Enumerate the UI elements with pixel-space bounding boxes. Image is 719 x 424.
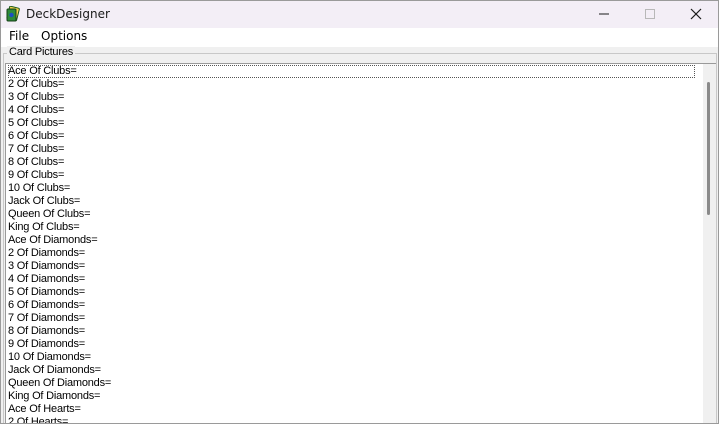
list-item[interactable]: 6 Of Diamonds= xyxy=(8,299,85,312)
menu-bar: File Options xyxy=(1,28,718,47)
vertical-scrollbar[interactable] xyxy=(703,64,716,423)
scrollbar-thumb[interactable] xyxy=(707,82,710,215)
list-item[interactable]: King Of Diamonds= xyxy=(8,390,100,403)
list-item[interactable]: 4 Of Clubs= xyxy=(8,104,64,117)
list-item[interactable]: 7 Of Clubs= xyxy=(8,143,64,156)
minimize-button[interactable] xyxy=(581,1,627,28)
list-item[interactable]: 3 Of Diamonds= xyxy=(8,260,85,273)
list-item[interactable]: 8 Of Clubs= xyxy=(8,156,64,169)
list-item[interactable]: Ace Of Clubs= xyxy=(8,65,695,78)
list-item[interactable]: Jack Of Clubs= xyxy=(8,195,80,208)
card-pictures-group-label: Card Pictures xyxy=(7,46,76,58)
list-item[interactable]: 4 Of Diamonds= xyxy=(8,273,85,286)
list-item[interactable]: 5 Of Clubs= xyxy=(8,117,64,130)
list-item[interactable]: 8 Of Diamonds= xyxy=(8,325,85,338)
list-item[interactable]: 2 Of Hearts= xyxy=(8,416,68,423)
list-item[interactable]: 3 Of Clubs= xyxy=(8,91,64,104)
list-item[interactable]: 6 Of Clubs= xyxy=(8,130,64,143)
close-button[interactable] xyxy=(673,1,718,28)
list-item[interactable]: 5 Of Diamonds= xyxy=(8,286,85,299)
close-icon xyxy=(690,5,702,24)
window-title: DeckDesigner xyxy=(26,7,110,21)
list-item[interactable]: Queen Of Diamonds= xyxy=(8,377,111,390)
list-item[interactable]: 9 Of Clubs= xyxy=(8,169,64,182)
list-item[interactable]: Jack Of Diamonds= xyxy=(8,364,101,377)
card-pictures-list[interactable]: Ace Of Clubs= 2 Of Clubs= 3 Of Clubs= 4 Of … xyxy=(5,63,716,423)
menu-options[interactable]: Options xyxy=(41,29,87,43)
app-window: DeckDesigner File Options Card Pictures … xyxy=(0,0,719,424)
maximize-icon xyxy=(644,5,656,24)
list-item[interactable]: 2 Of Clubs= xyxy=(8,78,64,91)
list-item[interactable]: Ace Of Diamonds= xyxy=(8,234,98,247)
maximize-button[interactable] xyxy=(627,1,673,28)
list-item[interactable]: 2 Of Diamonds= xyxy=(8,247,85,260)
minimize-icon xyxy=(598,5,610,24)
app-icon xyxy=(5,5,21,22)
list-item[interactable]: 10 Of Clubs= xyxy=(8,182,70,195)
title-bar[interactable]: DeckDesigner xyxy=(1,1,718,28)
menu-file[interactable]: File xyxy=(9,29,29,43)
list-item[interactable]: 9 Of Diamonds= xyxy=(8,338,85,351)
list-item[interactable]: King Of Clubs= xyxy=(8,221,80,234)
list-item[interactable]: Ace Of Hearts= xyxy=(8,403,81,416)
list-item[interactable]: 10 Of Diamonds= xyxy=(8,351,91,364)
list-item[interactable]: 7 Of Diamonds= xyxy=(8,312,85,325)
list-item[interactable]: Queen Of Clubs= xyxy=(8,208,91,221)
